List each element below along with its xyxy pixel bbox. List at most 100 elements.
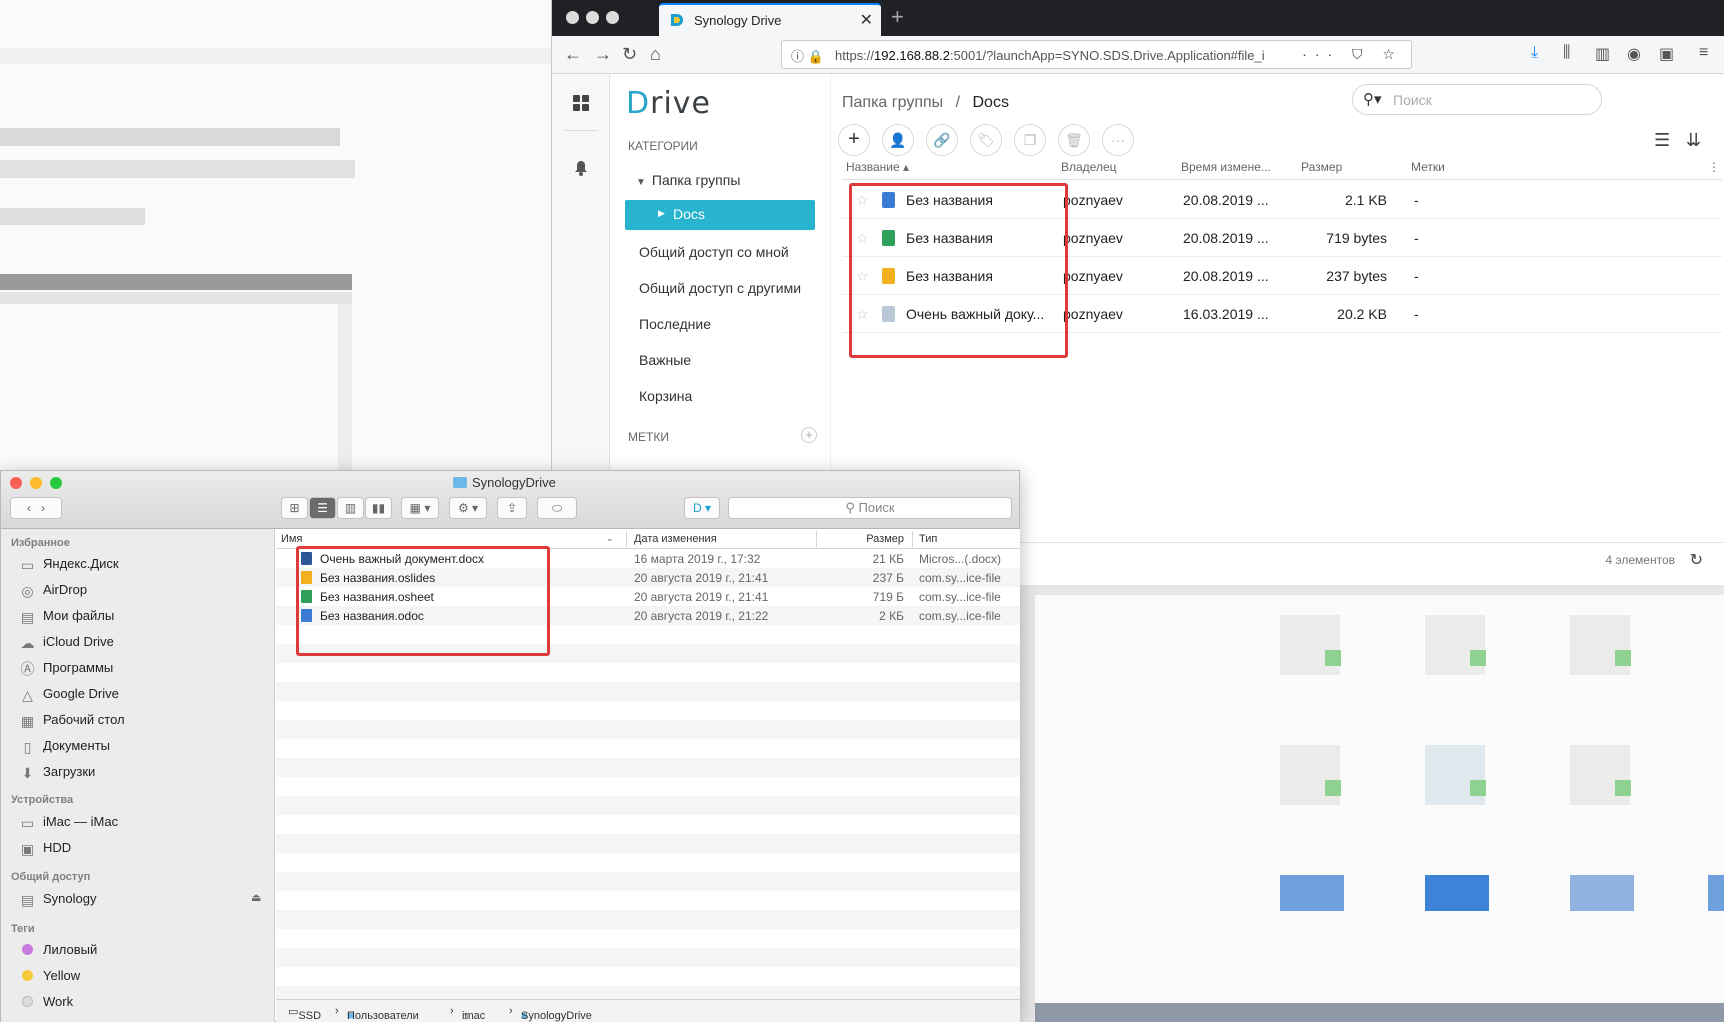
gear-icon[interactable]: ⚙ ▾ (449, 497, 487, 519)
list-view-icon[interactable]: ☰ (309, 497, 336, 519)
blur-strip (0, 292, 352, 304)
finder-title-text: SynologyDrive (472, 475, 556, 490)
list-view-icon[interactable]: ☰ (1654, 130, 1670, 151)
finder-title: SynologyDrive (453, 475, 556, 490)
group-folder-label: Папка группы (651, 172, 741, 188)
column-modified[interactable]: Время измене... (1181, 160, 1271, 174)
tab-title: Synology Drive (694, 13, 782, 28)
library-icon[interactable]: ⫼ (1563, 44, 1570, 62)
sidebar-item-downloads[interactable]: ⬇ Загрузки (19, 764, 96, 781)
sidebar-item-applications[interactable]: Ⓐ Программы (19, 660, 114, 676)
sort-chevron-icon[interactable]: ⌄ (606, 533, 614, 544)
column-tags[interactable]: Метки (1411, 160, 1445, 174)
sidebar-item-synology[interactable]: ▤ Synology (19, 891, 97, 907)
column-menu-icon[interactable]: ⋮ (1708, 160, 1720, 174)
column-owner[interactable]: Владелец (1061, 160, 1117, 174)
bell-icon[interactable] (574, 160, 588, 176)
sidebar-item-airdrop[interactable]: ◎ AirDrop (19, 582, 87, 598)
path-label: imac (462, 1010, 486, 1022)
synology-drive-menu-icon[interactable]: D ▾ (684, 497, 720, 519)
file-size: 237 Б (872, 571, 904, 585)
caret-right-icon: ▶ (658, 208, 665, 218)
sidebar-item-icloud[interactable]: ☁ iCloud Drive (19, 634, 114, 650)
column-date[interactable]: Дата изменения (634, 533, 717, 545)
sidebar-item-documents[interactable]: ▯ Документы (19, 738, 110, 754)
column-name[interactable]: Имя (281, 533, 302, 545)
browser-tab[interactable]: Synology Drive ✕ (659, 3, 881, 36)
tree-item-group-folder[interactable]: ▼ Папка группы (636, 172, 740, 188)
file-owner: poznyaev (1063, 306, 1123, 322)
minimize-window-button[interactable] (586, 11, 599, 24)
nav-shared-with-me[interactable]: Общий доступ со мной (639, 244, 789, 260)
blur-strip (0, 208, 145, 225)
breadcrumb-root[interactable]: Папка группы (842, 94, 943, 111)
home-icon[interactable]: ⌂ (650, 44, 661, 65)
url-tools-icon[interactable]: ··· ⛉ ☆ (1302, 46, 1403, 63)
path-separator: › (509, 1005, 513, 1017)
sidebar-label: Рабочий стол (43, 712, 125, 727)
forward-icon[interactable]: → (594, 44, 612, 65)
drive-search[interactable]: ⚲▾ Поиск (1352, 84, 1602, 115)
apps-grid-icon[interactable] (572, 94, 590, 112)
path-item-ssd[interactable]: ▭ SSD (288, 1005, 321, 1022)
close-window-button[interactable] (10, 477, 22, 489)
nav-starred[interactable]: Важные (639, 352, 691, 368)
add-tag-icon[interactable]: + (801, 427, 817, 443)
zoom-window-button[interactable] (50, 477, 62, 489)
tags-heading: МЕТКИ (628, 430, 669, 444)
column-type[interactable]: Тип (919, 533, 937, 545)
zoom-window-button[interactable] (606, 11, 619, 24)
gallery-view-icon[interactable]: ▮▮ (365, 497, 392, 519)
path-label: Пользователи (347, 1010, 419, 1022)
column-name[interactable]: Название ▴ (846, 160, 909, 174)
sidebar-tag-work[interactable]: Work (19, 994, 73, 1009)
column-size[interactable]: Размер (1301, 160, 1342, 174)
column-size[interactable]: Размер (824, 533, 904, 545)
download-icon: ⬇ (21, 765, 34, 781)
sort-icon[interactable]: ⇊ (1686, 130, 1701, 151)
address-bar[interactable]: ⓘ 🔒 https://192.168.88.2:5001/?launchApp… (781, 40, 1412, 69)
caret-down-icon: ▼ (636, 177, 646, 188)
sidebar-icon[interactable]: ▥ (1595, 44, 1610, 64)
back-icon[interactable]: ← (564, 44, 582, 65)
nav-recent[interactable]: Последние (639, 316, 711, 332)
download-icon[interactable]: ⤓ (1531, 44, 1538, 62)
minimize-window-button[interactable] (30, 477, 42, 489)
extension-icon[interactable]: ▣ (1659, 44, 1674, 64)
close-window-button[interactable] (566, 11, 579, 24)
sidebar-tag-purple[interactable]: Лиловый (19, 942, 97, 957)
group-icon[interactable]: ▦ ▾ (401, 497, 439, 519)
sidebar-item-my-files[interactable]: ▤ Мои файлы (19, 608, 114, 624)
nav-trash[interactable]: Корзина (639, 388, 692, 404)
sidebar-item-yandex[interactable]: ▭ Яндекс.Диск (19, 556, 119, 572)
share-icon[interactable]: ⇪ (497, 497, 527, 519)
sidebar-item-imac[interactable]: ▭ iMac — iMac (19, 814, 118, 830)
blur-block (1425, 745, 1485, 805)
sidebar-item-desktop[interactable]: ▦ Рабочий стол (19, 712, 125, 728)
site-info-icon[interactable]: ⓘ 🔒 (791, 46, 824, 65)
sidebar-item-hdd[interactable]: ▣ HDD (19, 840, 71, 856)
airdrop-icon: ◎ (21, 583, 34, 599)
url-text[interactable]: https://192.168.88.2:5001/?launchApp=SYN… (835, 48, 1315, 63)
sidebar-tag-yellow[interactable]: Yellow (19, 968, 80, 983)
eject-icon[interactable]: ⏏ (251, 891, 261, 904)
nav-shared-with-others[interactable]: Общий доступ с другими (639, 280, 801, 296)
sidebar-item-google-drive[interactable]: △ Google Drive (19, 686, 119, 702)
new-tab-button[interactable]: + (891, 4, 904, 30)
sidebar-label: Yellow (43, 968, 81, 983)
tree-item-docs[interactable]: ▶ Docs (625, 200, 815, 230)
column-view-icon[interactable]: ▥ (337, 497, 364, 519)
refresh-icon[interactable]: ↻ (1690, 550, 1703, 570)
file-date: 20 августа 2019 г., 21:41 (634, 571, 769, 585)
section-favorites: Избранное (11, 537, 70, 549)
back-forward-buttons[interactable]: ‹ › (10, 497, 62, 519)
close-tab-icon[interactable]: ✕ (860, 10, 873, 30)
icon-view-icon[interactable]: ⊞ (281, 497, 308, 519)
google-drive-icon: △ (22, 687, 33, 703)
reload-icon[interactable]: ↻ (622, 44, 637, 65)
tag-icon[interactable]: ⬭ (537, 497, 577, 519)
account-icon[interactable]: ◉ (1627, 44, 1641, 64)
sidebar-label: Лиловый (43, 942, 98, 957)
menu-icon[interactable]: ≡ (1699, 44, 1708, 62)
finder-search[interactable]: ⚲ Поиск (728, 497, 1012, 519)
